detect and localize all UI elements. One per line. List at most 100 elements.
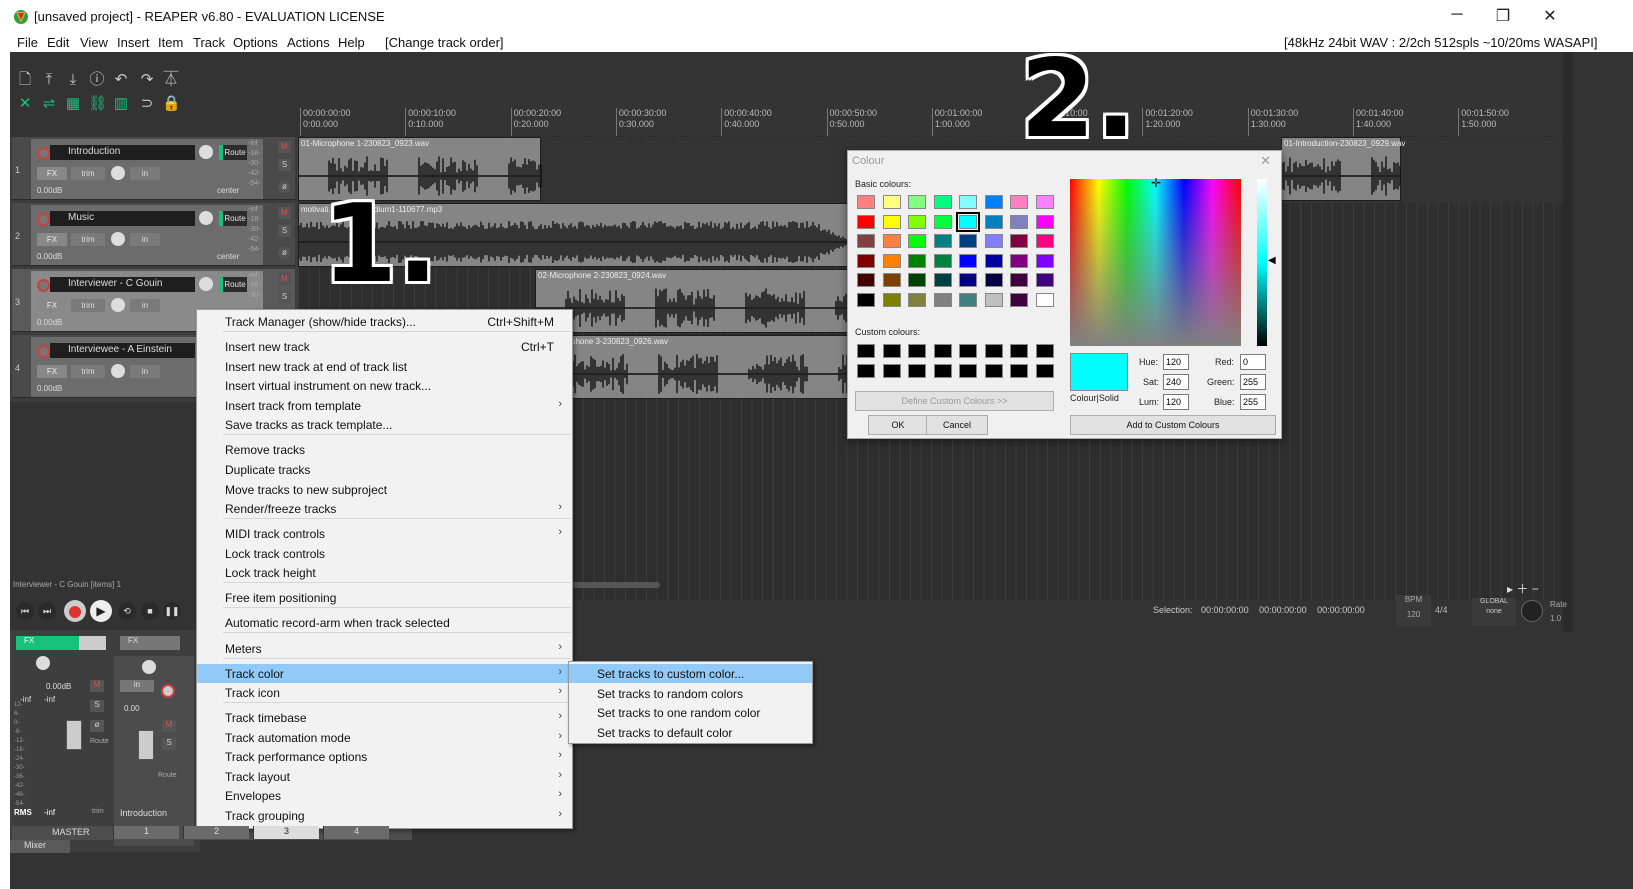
menu-item[interactable]: Item <box>158 35 183 50</box>
basic-colour-swatch[interactable] <box>882 292 901 307</box>
submenu-item-set-tracks-to-random-colors[interactable]: Set tracks to random colors <box>569 684 812 703</box>
basic-colour-swatch[interactable] <box>908 292 926 307</box>
trim-button[interactable]: trim <box>71 365 105 378</box>
mixer-track-number[interactable]: 2 <box>183 826 249 839</box>
fx-button[interactable]: FX <box>37 365 67 378</box>
record-button[interactable] <box>64 600 86 622</box>
basic-colour-swatch[interactable] <box>1010 214 1028 229</box>
lum-field[interactable]: 120 <box>1163 394 1189 410</box>
project-settings-icon[interactable]: ⓘ <box>88 71 106 89</box>
volume-knob[interactable] <box>199 211 213 225</box>
global-automation[interactable]: GLOBAL none <box>1472 598 1516 626</box>
strip-fader[interactable] <box>138 730 154 760</box>
sat-field[interactable]: 240 <box>1163 374 1189 390</box>
master-phase-icon[interactable]: ø <box>90 720 104 732</box>
input-button[interactable]: in <box>130 365 160 378</box>
luminance-slider[interactable] <box>1257 179 1267 346</box>
go-to-start-button[interactable]: ⏮ <box>16 602 34 620</box>
media-item[interactable]: 02-Microphone 2-230823_0924.wav <box>535 269 854 333</box>
basic-colour-swatch[interactable] <box>1035 214 1054 229</box>
basic-colour-swatch[interactable] <box>882 195 901 209</box>
record-arm-icon[interactable] <box>37 345 50 358</box>
track-name[interactable]: Introduction <box>50 145 195 160</box>
volume-knob[interactable] <box>199 277 213 291</box>
basic-colour-swatch[interactable] <box>933 234 952 248</box>
mute-button[interactable]: M <box>278 273 291 285</box>
custom-colour-swatch[interactable] <box>882 363 901 378</box>
menu-item-envelopes[interactable]: Envelopes › <box>197 786 572 805</box>
basic-colour-swatch[interactable] <box>1035 273 1054 287</box>
menu-item-render-freeze-tracks[interactable]: Render/freeze tracks › <box>197 499 572 518</box>
basic-colour-swatch[interactable] <box>984 214 1003 229</box>
redo-icon[interactable]: ↷ <box>138 71 156 89</box>
basic-colour-swatch[interactable] <box>908 214 926 229</box>
mixer-track-number[interactable]: 4 <box>323 826 389 839</box>
record-arm-icon[interactable] <box>37 147 50 160</box>
menu-item-track-automation-mode[interactable]: Track automation mode › <box>197 728 572 747</box>
track-fx-button[interactable]: FX <box>120 636 180 650</box>
basic-colour-swatch[interactable] <box>857 292 875 307</box>
menu-actions[interactable]: Actions <box>287 35 330 50</box>
menu-item-insert-new-track-at-end-of-track-list[interactable]: Insert new track at end of track list <box>197 357 572 376</box>
trim-button[interactable]: trim <box>71 167 105 180</box>
basic-colour-swatch[interactable] <box>908 195 926 209</box>
basic-colour-swatch[interactable] <box>1010 234 1028 248</box>
green-field[interactable]: 255 <box>1240 374 1266 390</box>
custom-colour-swatch[interactable] <box>908 344 926 358</box>
lock-icon[interactable]: 🔒 <box>162 95 181 113</box>
track-name[interactable]: Music <box>50 211 195 226</box>
record-arm-icon[interactable] <box>37 279 50 292</box>
close-icon[interactable]: ✕ <box>1260 153 1271 169</box>
track-name[interactable]: Interviewee - A Einstein <box>50 343 195 358</box>
menu-item-lock-track-height[interactable]: Lock track height <box>197 563 572 582</box>
basic-colour-swatch[interactable] <box>1035 292 1054 307</box>
basic-colour-swatch[interactable] <box>857 234 875 248</box>
pan-knob[interactable] <box>111 298 125 312</box>
input-button[interactable]: in <box>130 299 160 312</box>
open-project-icon[interactable]: ⤒ <box>40 71 58 89</box>
trim-button[interactable]: trim <box>71 299 105 312</box>
custom-colour-swatch[interactable] <box>1035 344 1054 358</box>
route-button[interactable]: Route <box>219 145 247 160</box>
menu-item-remove-tracks[interactable]: Remove tracks <box>197 440 572 459</box>
basic-colour-swatch[interactable] <box>984 253 1003 268</box>
custom-colour-swatch[interactable] <box>1035 363 1054 378</box>
undo-icon[interactable]: ↶ <box>112 71 130 89</box>
route-button[interactable]: Route <box>219 211 247 226</box>
lum-arrow-icon[interactable]: ◀ <box>1268 255 1276 266</box>
mixer-track-number[interactable]: 1 <box>113 826 179 839</box>
colour-spectrum[interactable] <box>1070 179 1241 346</box>
menu-help[interactable]: Help <box>338 35 365 50</box>
define-custom-colours-button[interactable]: Define Custom Colours >> <box>855 391 1054 411</box>
mute-button[interactable]: M <box>278 141 291 153</box>
menu-item-move-tracks-to-new-subproject[interactable]: Move tracks to new subproject <box>197 480 572 499</box>
strip-input-button[interactable]: in <box>120 680 154 692</box>
menu-view[interactable]: View <box>80 35 108 50</box>
selection-start[interactable]: 00:00:00:00 <box>1201 605 1249 615</box>
vertical-scrollbar[interactable] <box>1563 52 1573 632</box>
ok-button[interactable]: OK <box>868 415 928 435</box>
basic-colour-swatch[interactable] <box>933 214 952 229</box>
basic-colour-swatch[interactable] <box>1010 273 1028 287</box>
bpm-box[interactable]: BPM 120 <box>1396 595 1431 627</box>
basic-colour-swatch[interactable] <box>984 273 1003 287</box>
master-fx-button[interactable]: FX <box>16 636 106 650</box>
strip-mute-button[interactable]: M <box>162 720 176 732</box>
timeline-ruler[interactable]: 00:00:00:00 0:00.000 00:00:10:00 0:10.000 00… <box>298 100 1563 136</box>
submenu-item-set-tracks-to-custom-color[interactable]: Set tracks to custom color... <box>569 664 812 683</box>
custom-colour-swatch[interactable] <box>933 344 952 358</box>
menu-item-midi-track-controls[interactable]: MIDI track controls › <box>197 524 572 543</box>
master-rate-knob[interactable] <box>1521 600 1543 622</box>
menu-item-save-tracks-as-track-template[interactable]: Save tracks as track template... <box>197 415 572 434</box>
go-to-end-button[interactable]: ⏭ <box>38 602 56 620</box>
basic-colour-swatch[interactable] <box>908 253 926 268</box>
basic-colour-swatch[interactable] <box>908 273 926 287</box>
zoom-controls[interactable]: ▸ ＋ − <box>1507 580 1539 597</box>
fx-button[interactable]: FX <box>37 167 67 180</box>
basic-colour-swatch[interactable] <box>882 214 901 229</box>
master-fader[interactable] <box>66 720 82 750</box>
menu-item-track-layout[interactable]: Track layout › <box>197 767 572 786</box>
pause-button[interactable]: ❚❚ <box>163 602 181 620</box>
pan-knob[interactable] <box>111 364 125 378</box>
custom-colour-swatch[interactable] <box>984 363 1003 378</box>
